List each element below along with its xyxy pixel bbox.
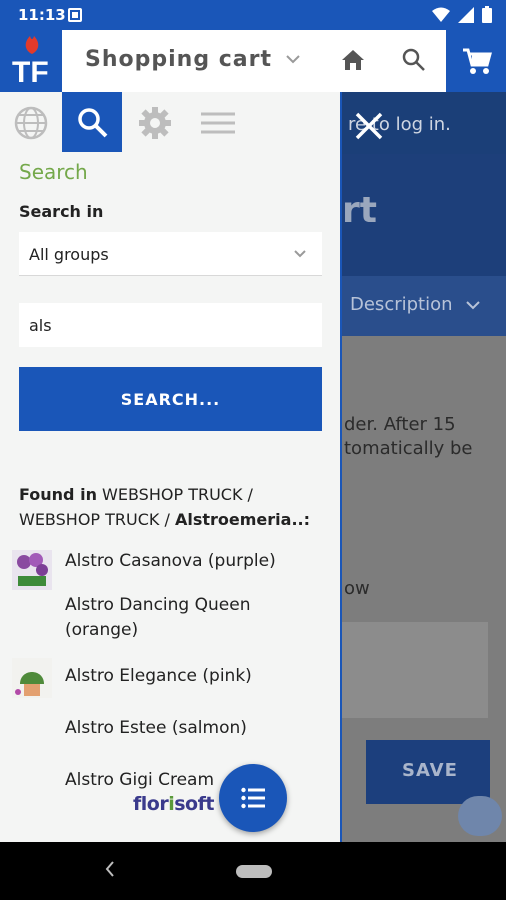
chevron-down-icon xyxy=(466,301,480,310)
app-logo-icon[interactable]: TF xyxy=(8,36,56,86)
side-drawer: Search Search in All groups SEARCH... Fo… xyxy=(0,92,342,842)
home-pill[interactable] xyxy=(236,865,272,878)
tab-search[interactable] xyxy=(62,92,122,152)
search-button[interactable]: SEARCH... xyxy=(19,367,322,431)
notification-icon xyxy=(68,8,82,22)
chevron-down-icon xyxy=(294,250,306,258)
search-icon xyxy=(78,108,108,138)
section-title: Search xyxy=(19,160,88,184)
florisoft-logo: florisoft xyxy=(133,793,214,815)
save-button: SAVE xyxy=(366,740,490,804)
wifi-icon xyxy=(432,7,450,22)
home-icon[interactable] xyxy=(340,48,366,72)
status-time: 11:13 xyxy=(18,6,66,24)
search-group-value: All groups xyxy=(29,245,109,264)
hamburger-menu-icon xyxy=(201,112,235,134)
back-icon[interactable] xyxy=(103,859,117,879)
search-input[interactable] xyxy=(19,303,322,347)
tab-language[interactable] xyxy=(0,92,60,152)
search-group-select[interactable]: All groups xyxy=(19,232,322,276)
tab-menu[interactable] xyxy=(186,92,246,152)
battery-icon xyxy=(482,6,492,23)
gear-icon xyxy=(139,107,171,139)
title-bar: Shopping cart xyxy=(62,30,446,92)
background-textarea xyxy=(342,622,488,718)
scroll-top-icon xyxy=(458,796,502,836)
list-fab-button[interactable] xyxy=(219,764,287,832)
background-page: re to log in. rt Description der. After … xyxy=(342,92,506,842)
system-nav-bar xyxy=(0,842,506,900)
tab-settings[interactable] xyxy=(124,92,184,152)
svg-text:TF: TF xyxy=(12,56,49,86)
chevron-down-icon[interactable] xyxy=(284,50,302,68)
search-in-label: Search in xyxy=(19,202,104,221)
list-icon xyxy=(241,787,265,809)
drawer-tabs xyxy=(0,92,340,152)
found-in-path: Found in WEBSHOP TRUCK / WEBSHOP TRUCK /… xyxy=(19,485,311,529)
product-thumbnail xyxy=(12,550,52,590)
status-bar: 11:13 xyxy=(0,0,506,30)
search-icon[interactable] xyxy=(402,48,426,72)
globe-icon xyxy=(14,106,48,140)
page-title[interactable]: Shopping cart xyxy=(85,47,272,72)
close-icon[interactable] xyxy=(351,108,387,144)
signal-icon xyxy=(458,6,474,23)
product-thumbnail xyxy=(12,658,52,698)
app-header: TF Shopping cart xyxy=(0,30,506,92)
description-header: Description xyxy=(342,276,506,336)
page-banner: rt xyxy=(342,154,506,276)
shopping-cart-icon[interactable] xyxy=(462,47,492,75)
